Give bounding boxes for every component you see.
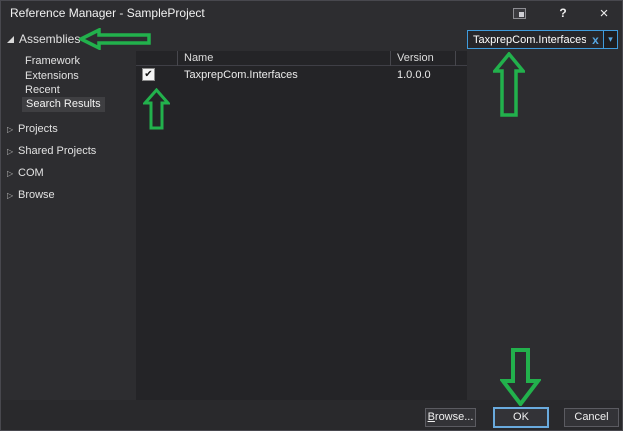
annotation-arrow-left-assemblies xyxy=(79,28,151,50)
titlebar: Reference Manager - SampleProject ? × xyxy=(1,1,622,25)
expander-collapsed-icon[interactable]: ▷ xyxy=(7,144,13,159)
sidebar-item-com[interactable]: COM xyxy=(18,166,44,181)
dialog-title: Reference Manager - SampleProject xyxy=(10,6,205,20)
row-version-cell: 1.0.0.0 xyxy=(397,69,431,81)
sidebar-item-browse[interactable]: Browse xyxy=(18,188,55,203)
close-icon: × xyxy=(600,5,609,22)
search-control: x ▾ xyxy=(467,30,618,49)
help-icon: ? xyxy=(559,6,566,20)
sidebar-item-search-results[interactable]: Search Results xyxy=(22,97,105,112)
cancel-button[interactable]: Cancel xyxy=(564,408,619,427)
search-clear-icon[interactable]: x xyxy=(588,31,603,48)
expander-collapsed-icon[interactable]: ▷ xyxy=(7,188,13,203)
table-row[interactable]: ✔ TaxprepCom.Interfaces 1.0.0.0 xyxy=(136,67,467,83)
search-input[interactable] xyxy=(468,31,588,48)
feedback-icon xyxy=(513,8,526,19)
expander-expanded-icon[interactable] xyxy=(7,36,14,43)
annotation-arrow-down-ok xyxy=(500,348,541,406)
expander-collapsed-icon[interactable]: ▷ xyxy=(7,122,13,137)
browse-button-accel: B xyxy=(428,411,435,423)
column-header-version[interactable]: Version xyxy=(397,52,434,64)
search-dropdown-button[interactable]: ▾ xyxy=(603,31,617,48)
chevron-down-icon: ▾ xyxy=(608,34,613,45)
bottom-bar: Browse... OK Cancel xyxy=(1,400,622,431)
sidebar-item-extensions[interactable]: Extensions xyxy=(25,69,79,84)
send-feedback-button[interactable] xyxy=(505,1,533,25)
row-checkbox[interactable]: ✔ xyxy=(142,68,155,81)
column-divider xyxy=(177,51,178,66)
column-header-name[interactable]: Name xyxy=(184,52,213,64)
row-name-cell: TaxprepCom.Interfaces xyxy=(184,69,298,81)
column-divider xyxy=(455,51,456,66)
list-header: Name Version xyxy=(136,51,467,66)
browse-button[interactable]: Browse... xyxy=(425,408,476,427)
annotation-arrow-up-search xyxy=(493,52,525,117)
sidebar-item-shared-projects[interactable]: Shared Projects xyxy=(18,144,96,159)
sidebar-item-recent[interactable]: Recent xyxy=(25,83,60,98)
column-divider xyxy=(390,51,391,66)
expander-collapsed-icon[interactable]: ▷ xyxy=(7,166,13,181)
sidebar-item-projects[interactable]: Projects xyxy=(18,122,58,137)
checkmark-icon: ✔ xyxy=(144,70,152,80)
sidebar-item-assemblies[interactable]: Assemblies xyxy=(19,32,80,47)
reference-manager-dialog: Reference Manager - SampleProject ? × x … xyxy=(0,0,623,431)
ok-button[interactable]: OK xyxy=(493,407,549,428)
help-button[interactable]: ? xyxy=(549,1,577,25)
assembly-list: Name Version ✔ TaxprepCom.Interfaces 1.0… xyxy=(136,51,467,400)
browse-button-label: rowse... xyxy=(435,411,474,423)
sidebar-item-framework[interactable]: Framework xyxy=(25,54,80,69)
close-button[interactable]: × xyxy=(589,1,619,25)
